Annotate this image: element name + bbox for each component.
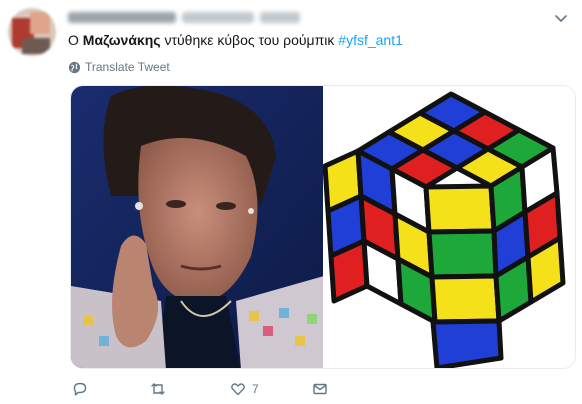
tweet-card[interactable]: Ο Μαζωνάκης ντύθηκε κύβος του ρούμπικ #y… bbox=[0, 0, 582, 404]
tweet-text: Ο Μαζωνάκης ντύθηκε κύβος του ρούμπικ #y… bbox=[68, 31, 403, 49]
heart-icon bbox=[231, 383, 245, 396]
tweet-header bbox=[68, 9, 488, 27]
like-button[interactable]: 7 bbox=[230, 380, 259, 398]
chevron-down-icon[interactable] bbox=[553, 12, 569, 26]
translate-label: Translate Tweet bbox=[85, 60, 170, 74]
blurred-handle bbox=[182, 12, 254, 23]
tweet-text-middle: ντύθηκε κύβος του ρούμπικ bbox=[160, 32, 339, 48]
envelope-icon bbox=[313, 383, 327, 395]
person-photo[interactable] bbox=[71, 86, 323, 368]
reply-button[interactable] bbox=[72, 380, 94, 398]
blurred-display-name[interactable] bbox=[68, 12, 176, 23]
tweet-actions: 7 bbox=[68, 380, 348, 400]
rubiks-cube-illustration[interactable] bbox=[323, 86, 575, 368]
hashtag-link[interactable]: #yfsf_ant1 bbox=[338, 32, 403, 48]
retweet-icon bbox=[151, 383, 165, 395]
tweet-text-prefix: Ο bbox=[68, 32, 83, 48]
avatar[interactable] bbox=[8, 8, 56, 56]
retweet-button[interactable] bbox=[150, 380, 172, 398]
reply-icon bbox=[73, 382, 87, 396]
direct-message-button[interactable] bbox=[312, 380, 334, 398]
like-count: 7 bbox=[252, 382, 259, 396]
media-container[interactable] bbox=[70, 85, 576, 369]
tweet-text-bold: Μαζωνάκης bbox=[82, 32, 161, 48]
blurred-date bbox=[260, 12, 300, 23]
globe-icon bbox=[68, 61, 81, 73]
translate-tweet-link[interactable]: Translate Tweet bbox=[68, 59, 170, 75]
